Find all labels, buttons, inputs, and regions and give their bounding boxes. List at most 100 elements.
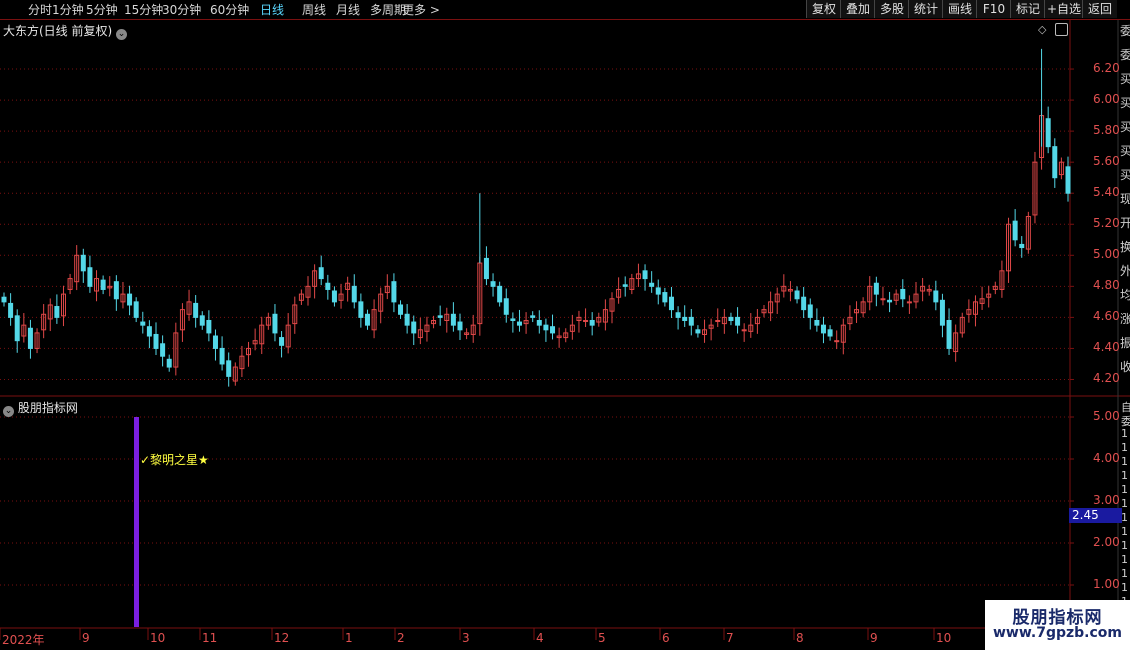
candle bbox=[754, 309, 760, 334]
price-tick-label: 4.20 bbox=[1093, 371, 1120, 386]
candle bbox=[999, 260, 1005, 298]
candle bbox=[748, 313, 754, 338]
candle bbox=[820, 316, 826, 344]
signal-layer bbox=[134, 417, 139, 627]
candle bbox=[933, 280, 939, 311]
candle bbox=[292, 296, 298, 334]
indicator-side-char: 1 bbox=[1121, 567, 1128, 580]
candle bbox=[41, 304, 47, 339]
candle bbox=[589, 312, 595, 336]
candle bbox=[21, 313, 27, 343]
candle bbox=[285, 313, 291, 354]
candle bbox=[992, 281, 998, 295]
candle bbox=[827, 325, 833, 341]
candle bbox=[239, 345, 245, 377]
price-tick-label: 5.00 bbox=[1093, 247, 1120, 262]
candle bbox=[1006, 217, 1012, 283]
indicator-side-char: 1 bbox=[1121, 581, 1128, 594]
date-axis-label: 3 bbox=[462, 631, 470, 645]
side-info-char: 收 bbox=[1120, 360, 1130, 374]
candle bbox=[622, 276, 628, 297]
candle bbox=[801, 286, 807, 319]
date-axis-label: 11 bbox=[202, 631, 218, 645]
candle bbox=[1052, 138, 1058, 188]
indicator-title-text: 股朋指标网 bbox=[17, 401, 78, 415]
candle bbox=[34, 328, 40, 354]
indicator-side-char: 1 bbox=[1121, 497, 1128, 510]
indicator-side-char: 1 bbox=[1121, 455, 1128, 468]
price-tick-label: 5.20 bbox=[1093, 216, 1120, 231]
candle bbox=[279, 331, 285, 358]
candle bbox=[345, 276, 351, 302]
candle bbox=[629, 273, 635, 295]
candle bbox=[721, 309, 727, 334]
price-tick-label: 4.40 bbox=[1093, 340, 1120, 355]
candle bbox=[391, 273, 397, 313]
signal-bar bbox=[134, 417, 139, 627]
candle bbox=[939, 293, 945, 338]
candle bbox=[616, 277, 622, 304]
candle bbox=[741, 323, 747, 342]
candle bbox=[378, 287, 384, 324]
candle bbox=[946, 308, 952, 355]
candle bbox=[464, 328, 470, 340]
candle bbox=[246, 341, 252, 367]
indicator-tick-label: 3.00 bbox=[1093, 493, 1120, 507]
date-axis-label: 7 bbox=[726, 631, 734, 645]
candle bbox=[94, 270, 100, 302]
candle bbox=[516, 309, 522, 332]
candle bbox=[338, 283, 344, 309]
candle bbox=[186, 289, 192, 321]
indicator-side-char: 1 bbox=[1121, 441, 1128, 454]
candle bbox=[358, 293, 364, 328]
candle bbox=[668, 286, 674, 319]
candle bbox=[398, 300, 404, 319]
side-info-char: 委 bbox=[1120, 24, 1130, 38]
chevron-down-icon[interactable]: ⌄ bbox=[3, 406, 14, 417]
indicator-tick-label: 4.00 bbox=[1093, 451, 1120, 465]
side-info-char: 现 bbox=[1120, 192, 1130, 206]
candle bbox=[834, 330, 840, 350]
candle bbox=[702, 319, 708, 343]
date-axis-label: 5 bbox=[598, 631, 606, 645]
side-info-char: 买 bbox=[1120, 168, 1130, 182]
candle bbox=[596, 312, 602, 327]
candle bbox=[1058, 157, 1064, 180]
candle bbox=[298, 289, 304, 305]
candle bbox=[417, 317, 423, 345]
price-tick-label: 6.00 bbox=[1093, 92, 1120, 107]
candle bbox=[966, 299, 972, 323]
candle bbox=[146, 320, 152, 349]
side-info-char: 买 bbox=[1120, 72, 1130, 86]
side-info-char: 买 bbox=[1120, 96, 1130, 110]
candle bbox=[735, 307, 741, 334]
candle bbox=[60, 285, 66, 327]
candle bbox=[193, 295, 199, 328]
candle bbox=[510, 312, 516, 333]
candle bbox=[80, 248, 86, 283]
side-info-char: 涨 bbox=[1120, 312, 1130, 326]
candle bbox=[219, 336, 225, 371]
candle bbox=[530, 311, 536, 323]
candle bbox=[893, 289, 899, 305]
candle bbox=[206, 310, 212, 342]
candle bbox=[1025, 211, 1031, 254]
candle bbox=[265, 312, 271, 330]
candle bbox=[972, 295, 978, 327]
date-axis-label: 10 bbox=[936, 631, 952, 645]
candle bbox=[695, 325, 701, 338]
candle bbox=[602, 299, 608, 331]
candle bbox=[483, 246, 489, 286]
indicator-tick-label: 5.00 bbox=[1093, 409, 1120, 423]
candle bbox=[523, 312, 529, 334]
candle bbox=[133, 297, 139, 323]
candle bbox=[1012, 209, 1018, 247]
candle bbox=[54, 294, 60, 324]
date-axis-label: 2 bbox=[397, 631, 405, 645]
candle bbox=[477, 256, 483, 336]
indicator-side-char: 1 bbox=[1121, 511, 1128, 524]
candle bbox=[450, 302, 456, 332]
candle bbox=[47, 298, 53, 332]
side-info-char: 开 bbox=[1120, 216, 1130, 230]
date-axis-label: 9 bbox=[82, 631, 90, 645]
